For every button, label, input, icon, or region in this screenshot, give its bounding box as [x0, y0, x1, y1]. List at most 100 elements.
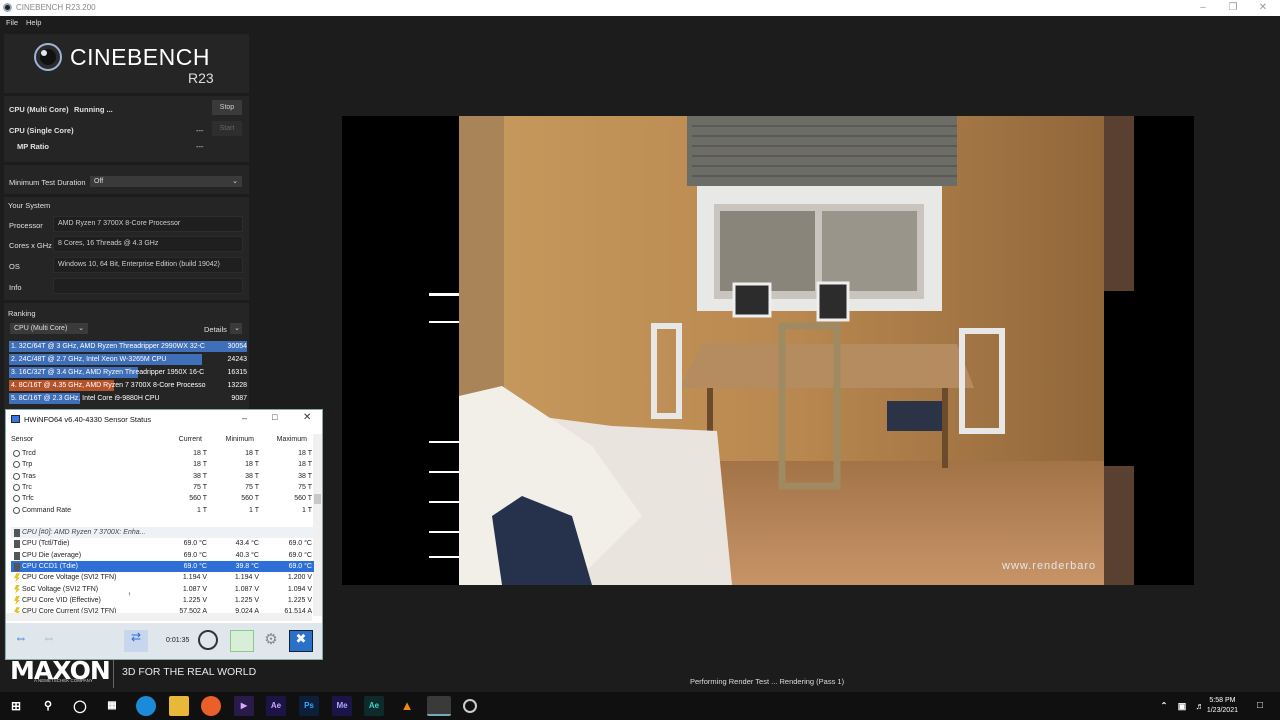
- vlc-icon[interactable]: ▲: [397, 696, 417, 716]
- sensor-row[interactable]: Command Rate 1 T 1 T 1 T: [11, 505, 314, 516]
- menu-help[interactable]: Help: [26, 18, 41, 27]
- settings-gear-icon[interactable]: ⚙: [259, 630, 283, 652]
- sensor-row[interactable]: Tras 38 T 38 T 38 T: [11, 471, 314, 482]
- hwinfo-app-icon: [11, 415, 20, 423]
- chevron-down-icon: ⌄: [234, 325, 240, 332]
- media-encoder-icon[interactable]: Me: [332, 696, 352, 716]
- render-image: www.renderbaro: [429, 116, 1134, 585]
- photoshop-icon[interactable]: Ps: [299, 696, 319, 716]
- firefox-icon[interactable]: [201, 696, 221, 716]
- sensor-maximum: 1.200 V: [287, 574, 312, 582]
- sensor-row[interactable]: [11, 516, 314, 527]
- hwinfo-timer: 0:01:35: [166, 637, 190, 644]
- sensor-name: CPU CCD1 (Tdie): [22, 563, 79, 570]
- col-current[interactable]: Current: [156, 436, 202, 443]
- sensor-current: 18 T: [193, 450, 207, 457]
- taskbar-clock[interactable]: 5:58 PM 1/23/2021: [1207, 696, 1238, 716]
- sensor-row[interactable]: CPU (Tctl/Tdie) 69.0 °C 43.4 °C 69.0 °C: [11, 538, 314, 549]
- save-report-icon[interactable]: [230, 630, 254, 652]
- sensor-group-row[interactable]: CPU [#0]: AMD Ryzen 7 3700X: Enha...: [11, 527, 314, 539]
- file-explorer-icon[interactable]: [169, 696, 189, 716]
- min-duration-value: Off: [94, 178, 104, 185]
- ranking-select[interactable]: CPU (Multi Core) ⌄: [10, 323, 88, 334]
- hwinfo-minimize-button[interactable]: –: [242, 413, 247, 423]
- audition-icon[interactable]: Ae: [364, 696, 384, 716]
- sensor-row[interactable]: CPU Die (average) 69.0 °C 40.3 °C 69.0 °C: [11, 550, 314, 561]
- sensor-row[interactable]: CPU Core VID (Effective) 1.225 V 1.225 V 1.…: [11, 595, 314, 606]
- col-minimum[interactable]: Minimum: [208, 436, 254, 443]
- voltage-icon: [14, 573, 20, 583]
- sensor-current: 69.0 °C: [183, 551, 207, 559]
- sensor-row[interactable]: Trcd 18 T 18 T 18 T: [11, 448, 314, 459]
- sensor-minimum: 38 T: [245, 472, 259, 480]
- minimize-button[interactable]: –: [1196, 1, 1210, 15]
- hwinfo-close-button[interactable]: ✕: [303, 412, 311, 423]
- ranking-item[interactable]: 1. 32C/64T @ 3 GHz, AMD Ryzen Threadripp…: [9, 341, 249, 352]
- ranking-item[interactable]: 3. 16C/32T @ 3.4 GHz, AMD Ryzen Threadri…: [9, 367, 249, 378]
- sensor-row[interactable]: Trp 18 T 18 T 18 T: [11, 459, 314, 470]
- timing-icon: [13, 506, 20, 514]
- hwinfo-taskbar-icon[interactable]: [427, 696, 451, 716]
- notification-icon[interactable]: □: [1250, 696, 1270, 716]
- chevron-up-icon[interactable]: ⌃: [1154, 696, 1174, 716]
- scrollbar-thumb[interactable]: [314, 494, 321, 504]
- network-tray-icon[interactable]: ▣: [1172, 696, 1192, 716]
- thermometer-icon: [14, 540, 20, 549]
- ranking-item[interactable]: 5. 8C/16T @ 2.3 GHz, Intel Core i9-9880H…: [9, 393, 249, 404]
- mp-ratio-value: ---: [196, 142, 204, 151]
- stop-button[interactable]: Stop: [212, 100, 242, 115]
- cinebench-taskbar-icon[interactable]: [463, 699, 477, 713]
- edge-icon[interactable]: [136, 696, 156, 716]
- task-view-icon[interactable]: ▦: [102, 696, 122, 716]
- after-effects-icon[interactable]: Ae: [266, 696, 286, 716]
- timing-icon: [13, 472, 20, 480]
- hwinfo-scrollbar[interactable]: [313, 434, 322, 616]
- next-arrow-icon[interactable]: ⇔: [37, 630, 61, 652]
- render-status: Performing Render Test ... Rendering (Pa…: [690, 677, 845, 686]
- close-x-icon[interactable]: ✖: [289, 630, 313, 652]
- hwinfo-maximize-button[interactable]: □: [272, 412, 277, 422]
- render-viewport: www.renderbaro: [342, 116, 1194, 585]
- ranking-item[interactable]: 4. 8C/16T @ 4.35 GHz, AMD Ryzen 7 3700X …: [9, 380, 249, 391]
- min-duration-select[interactable]: Off ⌄: [90, 176, 242, 187]
- col-maximum[interactable]: Maximum: [261, 436, 307, 443]
- info-label: Info: [9, 283, 22, 292]
- sensor-row[interactable]: CPU CCD1 (Tdie) 69.0 °C 39.8 °C 69.0 °C: [11, 561, 314, 572]
- sensor-maximum: 1 T: [302, 506, 312, 514]
- hwinfo-h-scrollbar[interactable]: [6, 613, 312, 621]
- menu-file[interactable]: File: [6, 18, 18, 27]
- ranking-item[interactable]: 2. 24C/48T @ 2.7 GHz, Intel Xeon W-3265M…: [9, 354, 249, 365]
- windows-start-icon[interactable]: ⊞: [6, 696, 26, 716]
- details-toggle[interactable]: ⌄: [230, 323, 242, 334]
- sensor-name: CPU Die (average): [22, 551, 82, 559]
- clock-icon[interactable]: [198, 630, 218, 650]
- prev-arrow-icon[interactable]: ⇔: [9, 630, 33, 652]
- ranking-item-label: 4. 8C/16T @ 4.35 GHz, AMD Ryzen 7 3700X …: [11, 382, 206, 389]
- sensor-current: 1.225 V: [182, 596, 207, 604]
- sensor-current: 69.0 °C: [183, 540, 207, 548]
- sensor-current: 1.087 V: [182, 585, 207, 593]
- sensor-maximum: 69.0 °C: [288, 563, 312, 570]
- sensor-maximum: 18 T: [298, 461, 312, 469]
- info-field[interactable]: [53, 278, 243, 294]
- sensor-row[interactable]: CPU Core Voltage (SVI2 TFN) 1.194 V 1.194 …: [11, 572, 314, 583]
- restore-button[interactable]: ❐: [1226, 1, 1240, 15]
- details-label[interactable]: Details: [204, 325, 227, 334]
- ranking-item-label: 2. 24C/48T @ 2.7 GHz, Intel Xeon W-3265M…: [11, 356, 167, 363]
- close-button[interactable]: ✕: [1256, 1, 1270, 15]
- processor-field[interactable]: AMD Ryzen 7 3700X 8-Core Processor: [53, 216, 243, 232]
- network-icon[interactable]: ⇄: [124, 630, 148, 652]
- sensor-row[interactable]: SoC Voltage (SVI2 TFN) 1.087 V 1.087 V 1.09…: [11, 584, 314, 595]
- os-field[interactable]: Windows 10, 64 Bit, Enterprise Edition (…: [53, 257, 243, 273]
- premiere-rush-icon[interactable]: ▶: [234, 696, 254, 716]
- col-sensor[interactable]: Sensor: [11, 436, 33, 443]
- sensor-minimum: 560 T: [241, 495, 259, 503]
- cortana-icon[interactable]: ◯: [70, 696, 90, 716]
- start-button[interactable]: Start: [212, 121, 242, 136]
- brand-name: CINEBENCH: [70, 44, 210, 70]
- cores-field[interactable]: 8 Cores, 16 Threads @ 4.3 GHz: [53, 236, 243, 252]
- sensor-row[interactable]: Trc 75 T 75 T 75 T: [11, 482, 314, 493]
- sensor-row[interactable]: Trfc 560 T 560 T 560 T: [11, 493, 314, 504]
- search-icon[interactable]: ⚲: [38, 696, 58, 716]
- title-bar: CINEBENCH R23.200 – ❐ ✕: [0, 0, 1280, 16]
